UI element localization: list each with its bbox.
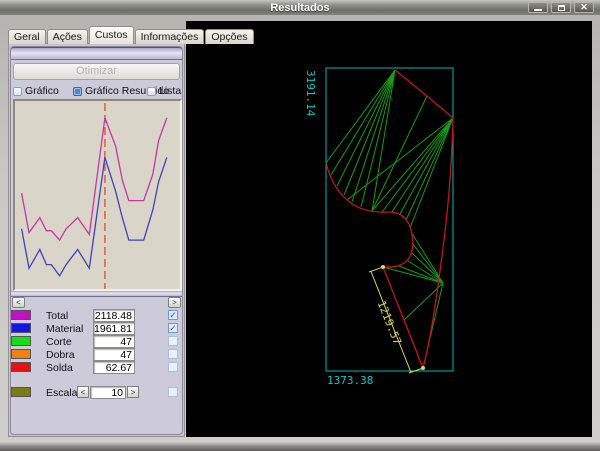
- dobra-value-field[interactable]: [93, 348, 135, 361]
- scroll-left-button[interactable]: <: [12, 297, 25, 308]
- radio-grafico-resumido[interactable]: [73, 87, 82, 96]
- app-window: Resultados ✕ Geral Ações Custos Informaç…: [0, 0, 600, 451]
- tab-custos[interactable]: Custos: [89, 26, 134, 44]
- legend-row-total: Total: [11, 310, 182, 322]
- solda-color-swatch: [11, 362, 31, 372]
- escala-checkbox[interactable]: [168, 387, 178, 397]
- bounding-width-label: 1373.38: [327, 374, 373, 387]
- legend-row-material: Material: [11, 323, 182, 335]
- escala-decrement-button[interactable]: <: [77, 386, 89, 398]
- cost-chart-canvas: [15, 101, 180, 289]
- escala-label: Escala: [46, 387, 78, 399]
- solda-label: Solda: [46, 362, 73, 374]
- corte-color-swatch: [11, 336, 31, 346]
- costs-panel: Otimizar Gráfico Gráfico Resumido Lista: [10, 46, 183, 435]
- title-bar[interactable]: Resultados ✕: [0, 0, 600, 15]
- escala-value-field[interactable]: [90, 386, 126, 399]
- tab-informacoes[interactable]: Informações: [135, 29, 205, 44]
- panel-header-band: [11, 47, 182, 60]
- corte-value-field[interactable]: [93, 335, 135, 348]
- dobra-checkbox[interactable]: [168, 349, 178, 359]
- minimize-icon: [534, 9, 542, 11]
- cost-chart: [13, 99, 182, 291]
- escala-increment-button[interactable]: >: [127, 386, 139, 398]
- radio-grafico[interactable]: [13, 87, 22, 96]
- minimize-button[interactable]: [528, 2, 548, 13]
- window-bottom-edge: [0, 442, 600, 451]
- total-color-swatch: [11, 310, 31, 320]
- cad-drawing: 3191.14 1373.38 1219.57: [186, 21, 592, 437]
- chart-series-material: [22, 157, 167, 275]
- scroll-right-button[interactable]: >: [168, 297, 181, 308]
- escala-color-swatch: [11, 387, 31, 397]
- bounding-height-label: 3191.14: [304, 70, 317, 117]
- dobra-color-swatch: [11, 349, 31, 359]
- window-controls: ✕: [528, 2, 594, 13]
- view-mode-grafico[interactable]: Gráfico: [13, 85, 59, 97]
- view-mode-lista[interactable]: Lista: [147, 85, 181, 97]
- maximize-icon: [558, 5, 565, 11]
- dobra-label: Dobra: [46, 349, 75, 361]
- costs-tab-page: Otimizar Gráfico Gráfico Resumido Lista: [8, 43, 185, 437]
- tab-strip: Geral Ações Custos Informações Opções: [8, 27, 255, 44]
- material-checkbox[interactable]: [168, 323, 178, 333]
- chart-series-total: [22, 118, 167, 240]
- total-value-field[interactable]: [93, 309, 135, 322]
- radio-lista-label: Lista: [159, 85, 181, 97]
- radio-lista[interactable]: [147, 87, 156, 96]
- solda-checkbox[interactable]: [168, 362, 178, 372]
- corte-label: Corte: [46, 336, 72, 348]
- material-value-field[interactable]: [93, 322, 135, 335]
- panel-separator-band: [11, 291, 182, 297]
- window-title: Resultados: [270, 2, 329, 14]
- radio-grafico-label: Gráfico: [25, 85, 59, 97]
- maximize-button[interactable]: [551, 2, 571, 13]
- close-icon: ✕: [580, 3, 588, 12]
- cad-viewport[interactable]: 3191.14 1373.38 1219.57: [186, 21, 592, 437]
- material-label: Material: [46, 323, 83, 335]
- tab-opcoes[interactable]: Opções: [205, 29, 253, 44]
- total-label: Total: [46, 310, 68, 322]
- corte-checkbox[interactable]: [168, 336, 178, 346]
- close-button[interactable]: ✕: [574, 2, 594, 13]
- view-mode-row: Gráfico Gráfico Resumido Lista: [11, 85, 182, 97]
- legend-row-dobra: Dobra: [11, 349, 182, 361]
- total-checkbox[interactable]: [168, 310, 178, 320]
- tab-acoes[interactable]: Ações: [47, 29, 88, 44]
- material-color-swatch: [11, 323, 31, 333]
- optimize-button[interactable]: Otimizar: [13, 63, 180, 80]
- solda-value-field[interactable]: [93, 361, 135, 374]
- escala-row: Escala < >: [11, 387, 182, 399]
- tab-geral[interactable]: Geral: [8, 29, 46, 44]
- legend-row-corte: Corte: [11, 336, 182, 348]
- legend-row-solda: Solda: [11, 362, 182, 374]
- edge-dimension-label: 1219.57: [375, 299, 404, 347]
